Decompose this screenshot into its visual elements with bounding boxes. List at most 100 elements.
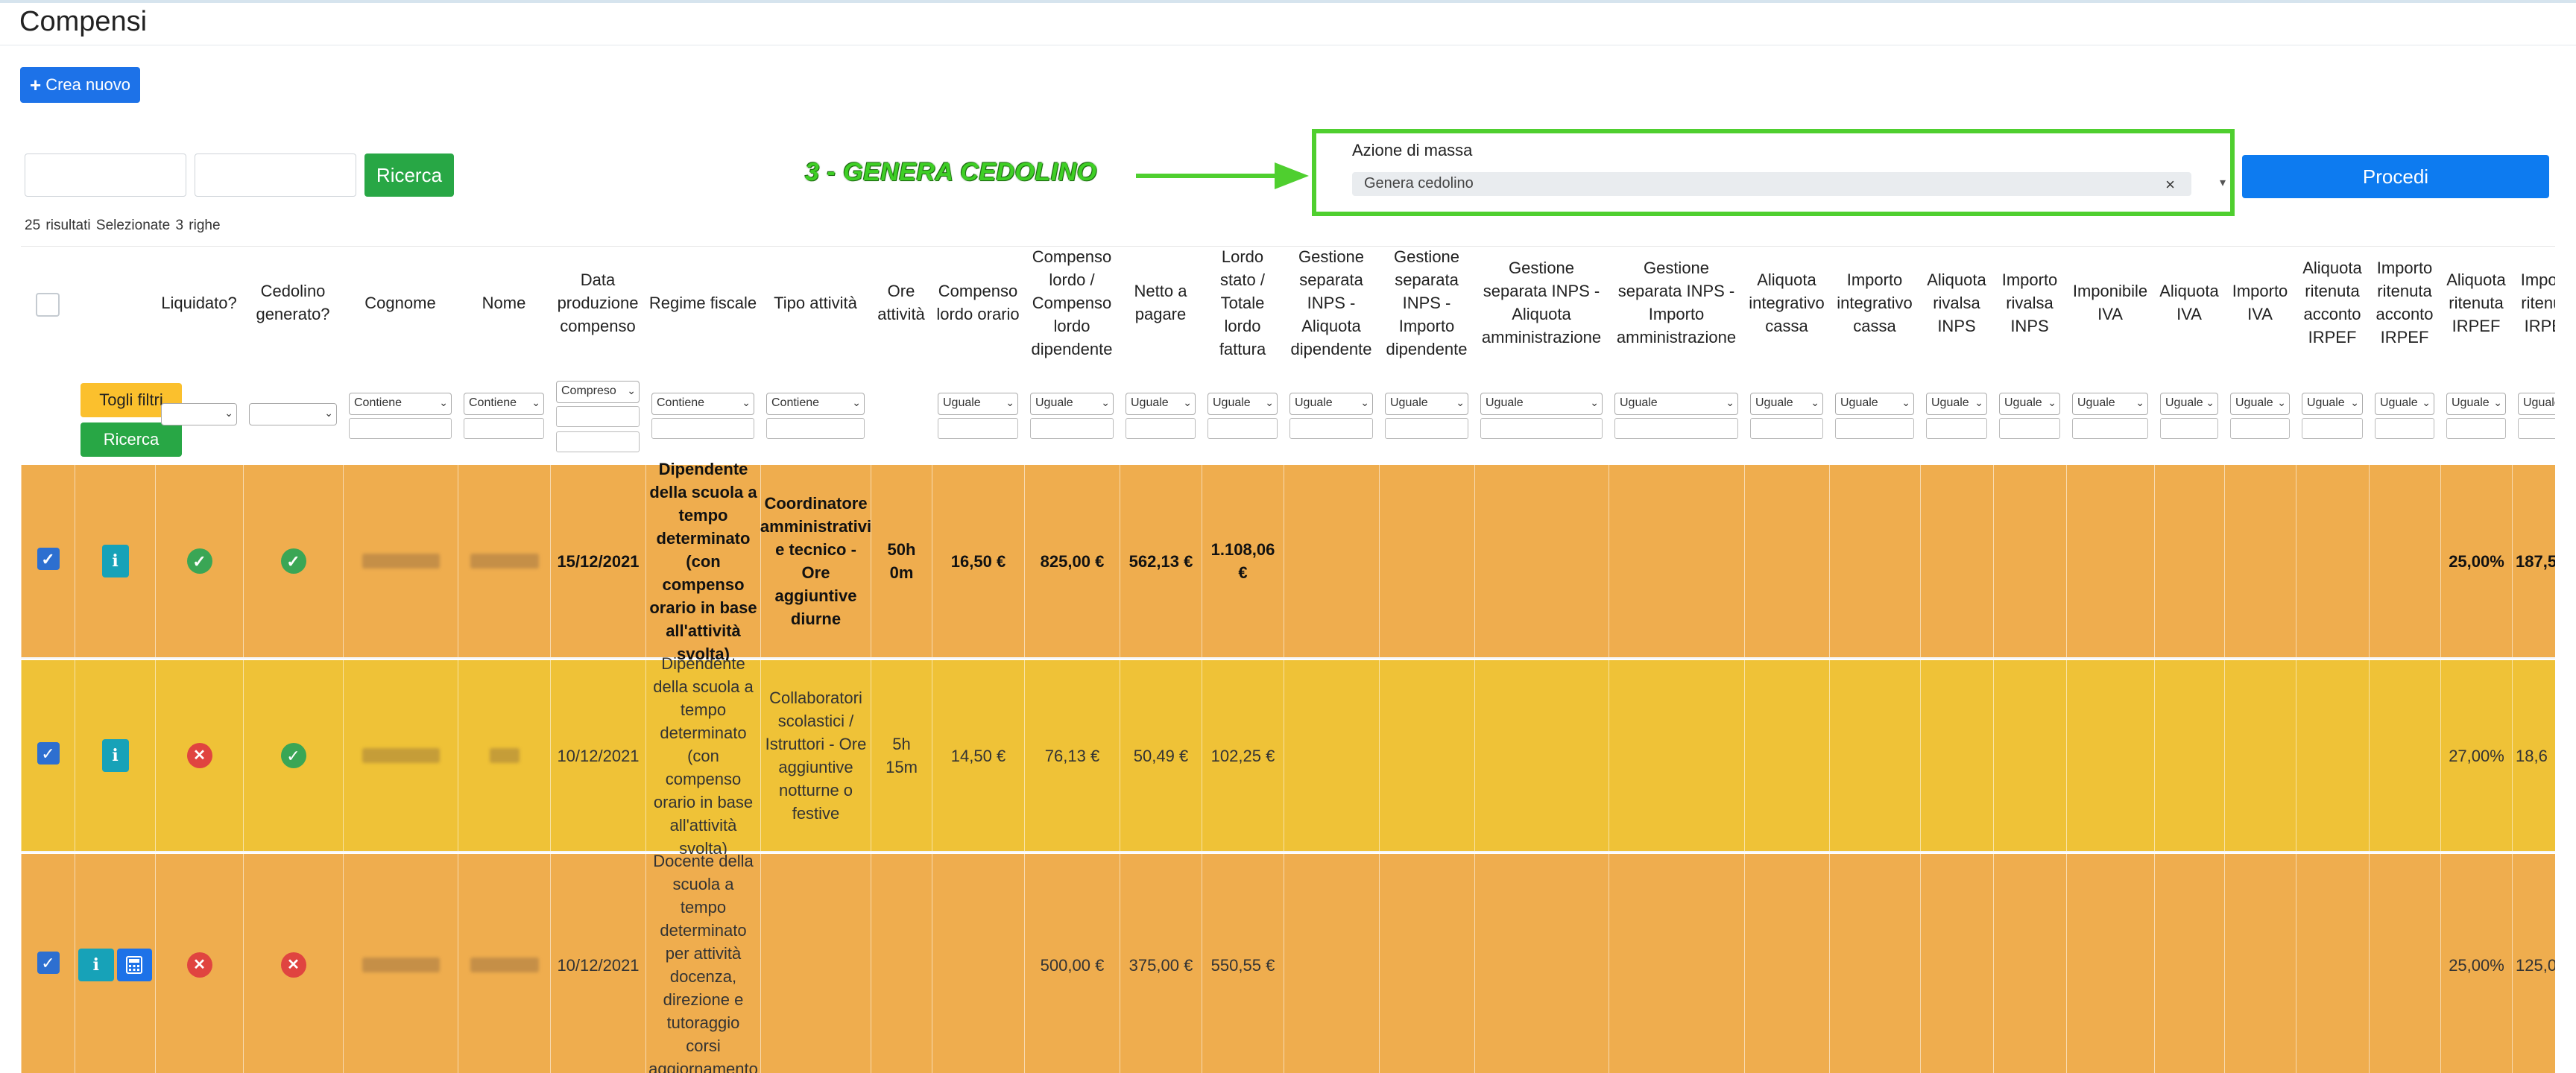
filter-input[interactable] [1385, 418, 1468, 439]
filter-operator-select[interactable]: Uguale⌄ [2072, 393, 2148, 415]
cedolino-status: ✕ [243, 854, 343, 1073]
info-button[interactable]: i [101, 545, 129, 577]
table-search-button[interactable]: Ricerca [80, 422, 182, 457]
filter-operator-select[interactable]: Uguale⌄ [1750, 393, 1823, 415]
search-field-2[interactable] [195, 153, 356, 197]
filter-select[interactable]: ⌄ [161, 403, 237, 425]
column-header: Importo integrativo cassa [1837, 270, 1913, 335]
filter-input[interactable] [556, 406, 640, 427]
filter-input[interactable] [1289, 418, 1373, 439]
proceed-button[interactable]: Procedi [2242, 155, 2549, 198]
row-checkbox[interactable]: ✓ [37, 548, 60, 570]
filter-input[interactable] [1480, 418, 1603, 439]
column-header: Importo IVA [2232, 282, 2288, 323]
filter-input[interactable] [651, 418, 754, 439]
column-header: Aliquota integrativo cassa [1749, 270, 1825, 335]
tipo-attivita-cell: Coordinatore amministrativi e tecnico - … [760, 465, 871, 657]
row-checkbox[interactable]: ✓ [37, 952, 60, 974]
filter-input[interactable] [2230, 418, 2290, 439]
filter-operator-select[interactable]: Uguale⌄ [1289, 393, 1373, 415]
calculate-button[interactable] [116, 949, 152, 981]
filter-operator-select[interactable]: Uguale⌄ [1926, 393, 1987, 415]
filter-input[interactable] [2518, 418, 2555, 439]
filter-operator-select[interactable]: Contiene ⌄ [766, 393, 865, 415]
row-actions-cell: i [75, 854, 155, 1073]
filter-operator-select[interactable]: Uguale⌄ [938, 393, 1018, 415]
filter-operator-select[interactable]: Uguale⌄ [1480, 393, 1603, 415]
column-header: Importo ritenuta IRPEF [2520, 270, 2555, 335]
filter-operator-select[interactable]: Contiene ⌄ [464, 393, 544, 415]
filter-input[interactable] [1750, 418, 1823, 439]
filter-operator-select[interactable]: Uguale⌄ [1385, 393, 1468, 415]
mass-action-chip: Genera cedolino × [1352, 172, 2191, 196]
filter-input[interactable] [2160, 418, 2218, 439]
compenso-lordo-cell: 500,00 € [1024, 854, 1120, 1073]
filter-operator-select[interactable]: Uguale⌄ [2230, 393, 2290, 415]
aliquota-irpef-cell: 25,00% [2440, 465, 2512, 657]
tipo-attivita-cell: Collaboratori scolastici / Istruttori - … [760, 660, 871, 851]
filter-operator-value: Contiene [771, 396, 820, 409]
filter-input[interactable] [1030, 418, 1114, 439]
filter-operator-select[interactable]: Uguale⌄ [1835, 393, 1914, 415]
filter-operator-select[interactable]: Contiene ⌄ [349, 393, 452, 415]
filter-operator-select[interactable]: Compreso ⌄ [556, 381, 640, 403]
filter-operator-select[interactable]: Uguale⌄ [1126, 393, 1196, 415]
filter-operator-select[interactable]: Uguale⌄ [2375, 393, 2434, 415]
filter-operator-select[interactable]: Contiene ⌄ [651, 393, 754, 415]
filter-operator-value: Uguale [1486, 396, 1524, 409]
mass-action-select[interactable]: Genera cedolino × ▾ [1345, 166, 2232, 203]
info-button[interactable]: i [101, 739, 129, 772]
filter-operator-select[interactable]: Uguale⌄ [1208, 393, 1278, 415]
chevron-down-icon[interactable]: ▾ [2220, 175, 2226, 190]
filter-operator-value: Uguale [1035, 396, 1073, 409]
filter-operator-select[interactable]: Uguale⌄ [2446, 393, 2506, 415]
filter-input[interactable] [2375, 418, 2434, 439]
create-new-button[interactable]: + Crea nuovo [20, 67, 140, 103]
filter-input[interactable] [464, 418, 544, 439]
filter-operator-value: Uguale [2077, 396, 2115, 409]
filter-input[interactable] [1614, 418, 1738, 439]
info-button[interactable]: i [78, 949, 114, 981]
table-header: Togli filtri Ricerca Liquidato? ⌄ Cedolino… [21, 246, 2555, 465]
filter-input[interactable] [1208, 418, 1278, 439]
empty-cell [1993, 660, 2066, 851]
filter-operator-select[interactable]: Uguale⌄ [2302, 393, 2363, 415]
chevron-down-icon: ⌄ [2493, 396, 2502, 408]
clear-selection-icon[interactable]: × [2165, 175, 2175, 194]
filter-operator-select[interactable]: Uguale⌄ [2518, 393, 2555, 415]
filter-operator-select[interactable]: Uguale⌄ [2160, 393, 2218, 415]
search-button[interactable]: Ricerca [364, 153, 454, 197]
filter-operator-value: Uguale [2307, 396, 2345, 409]
column-header: Nome [482, 293, 526, 312]
filter-input[interactable] [349, 418, 452, 439]
filter-input[interactable] [2302, 418, 2363, 439]
filter-input-to[interactable] [556, 431, 640, 452]
empty-cell [1379, 465, 1474, 657]
filter-input[interactable] [1999, 418, 2060, 439]
chevron-down-icon: ⌄ [1265, 396, 1274, 408]
empty-cell [2224, 465, 2296, 657]
compenso-orario-cell: 14,50 € [932, 660, 1024, 851]
filter-operator-value: Uguale [2380, 396, 2418, 409]
filter-input[interactable] [938, 418, 1018, 439]
filter-operator-value: Uguale [1931, 396, 1969, 409]
filter-input[interactable] [766, 418, 865, 439]
filter-operator-select[interactable]: Uguale⌄ [1614, 393, 1738, 415]
filter-input[interactable] [2446, 418, 2506, 439]
row-checkbox[interactable]: ✓ [37, 742, 60, 765]
select-all-checkbox[interactable] [36, 293, 60, 317]
filter-input[interactable] [1126, 418, 1196, 439]
chevron-down-icon: ⌄ [224, 407, 233, 419]
filter-input[interactable] [2072, 418, 2148, 439]
liquidato-status: ✓ [155, 465, 243, 657]
filter-operator-select[interactable]: Uguale⌄ [1999, 393, 2060, 415]
filter-operator-select[interactable]: Uguale⌄ [1030, 393, 1114, 415]
filter-input[interactable] [1835, 418, 1914, 439]
regime-fiscale-cell: Dipendente della scuola a tempo determin… [645, 460, 760, 663]
search-field-1[interactable] [25, 153, 186, 197]
filter-select[interactable]: ⌄ [249, 403, 337, 425]
empty-cell [1379, 854, 1474, 1073]
filter-input[interactable] [1926, 418, 1987, 439]
filter-operator-value: Uguale [1295, 396, 1333, 409]
column-header: Aliquota rivalsa INPS [1927, 270, 1986, 335]
